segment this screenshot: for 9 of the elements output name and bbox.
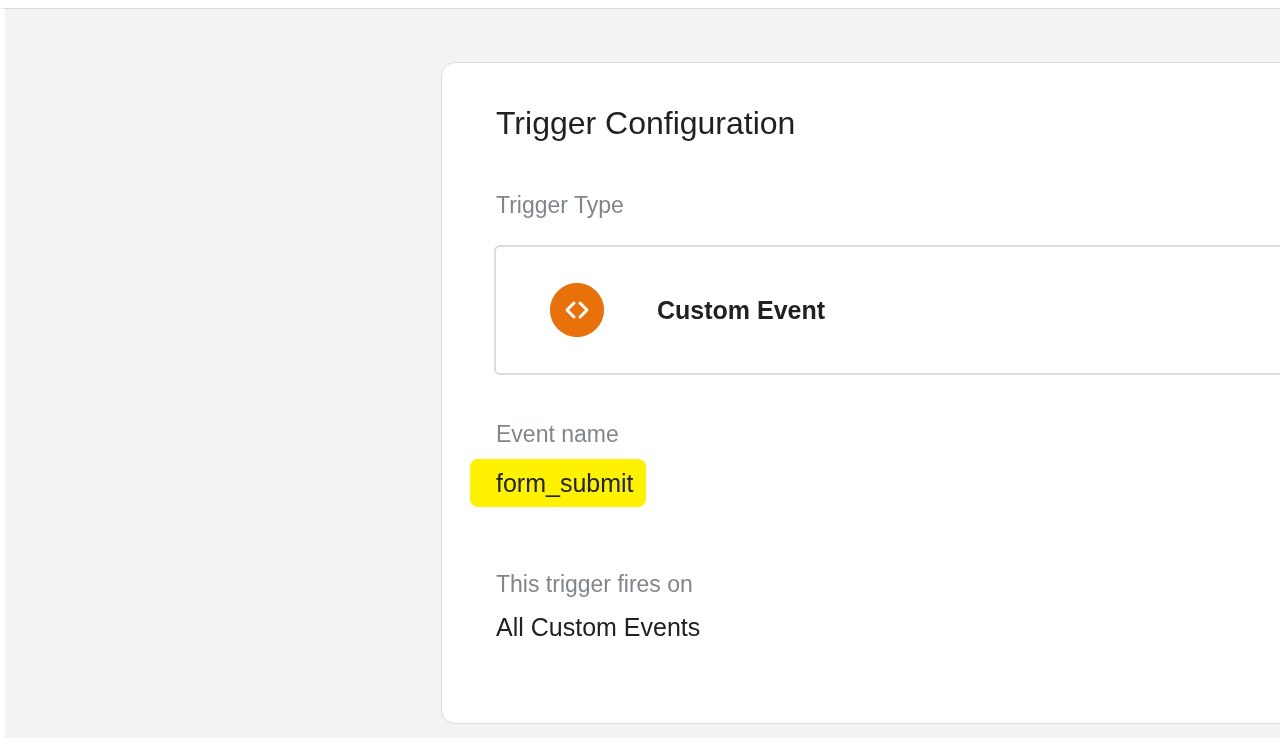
field-label: Trigger Type	[496, 191, 624, 220]
trigger-type-card[interactable]: Custom Event	[494, 245, 1280, 375]
code-brackets-icon	[550, 283, 604, 337]
field-label: This trigger fires on	[496, 570, 693, 599]
field-value: All Custom Events	[496, 612, 701, 643]
event-name-value: form_submit	[470, 459, 646, 507]
trigger-type-name: Custom Event	[657, 295, 826, 325]
field-label: Event name	[496, 420, 619, 449]
card-title: Trigger Configuration	[496, 104, 797, 143]
